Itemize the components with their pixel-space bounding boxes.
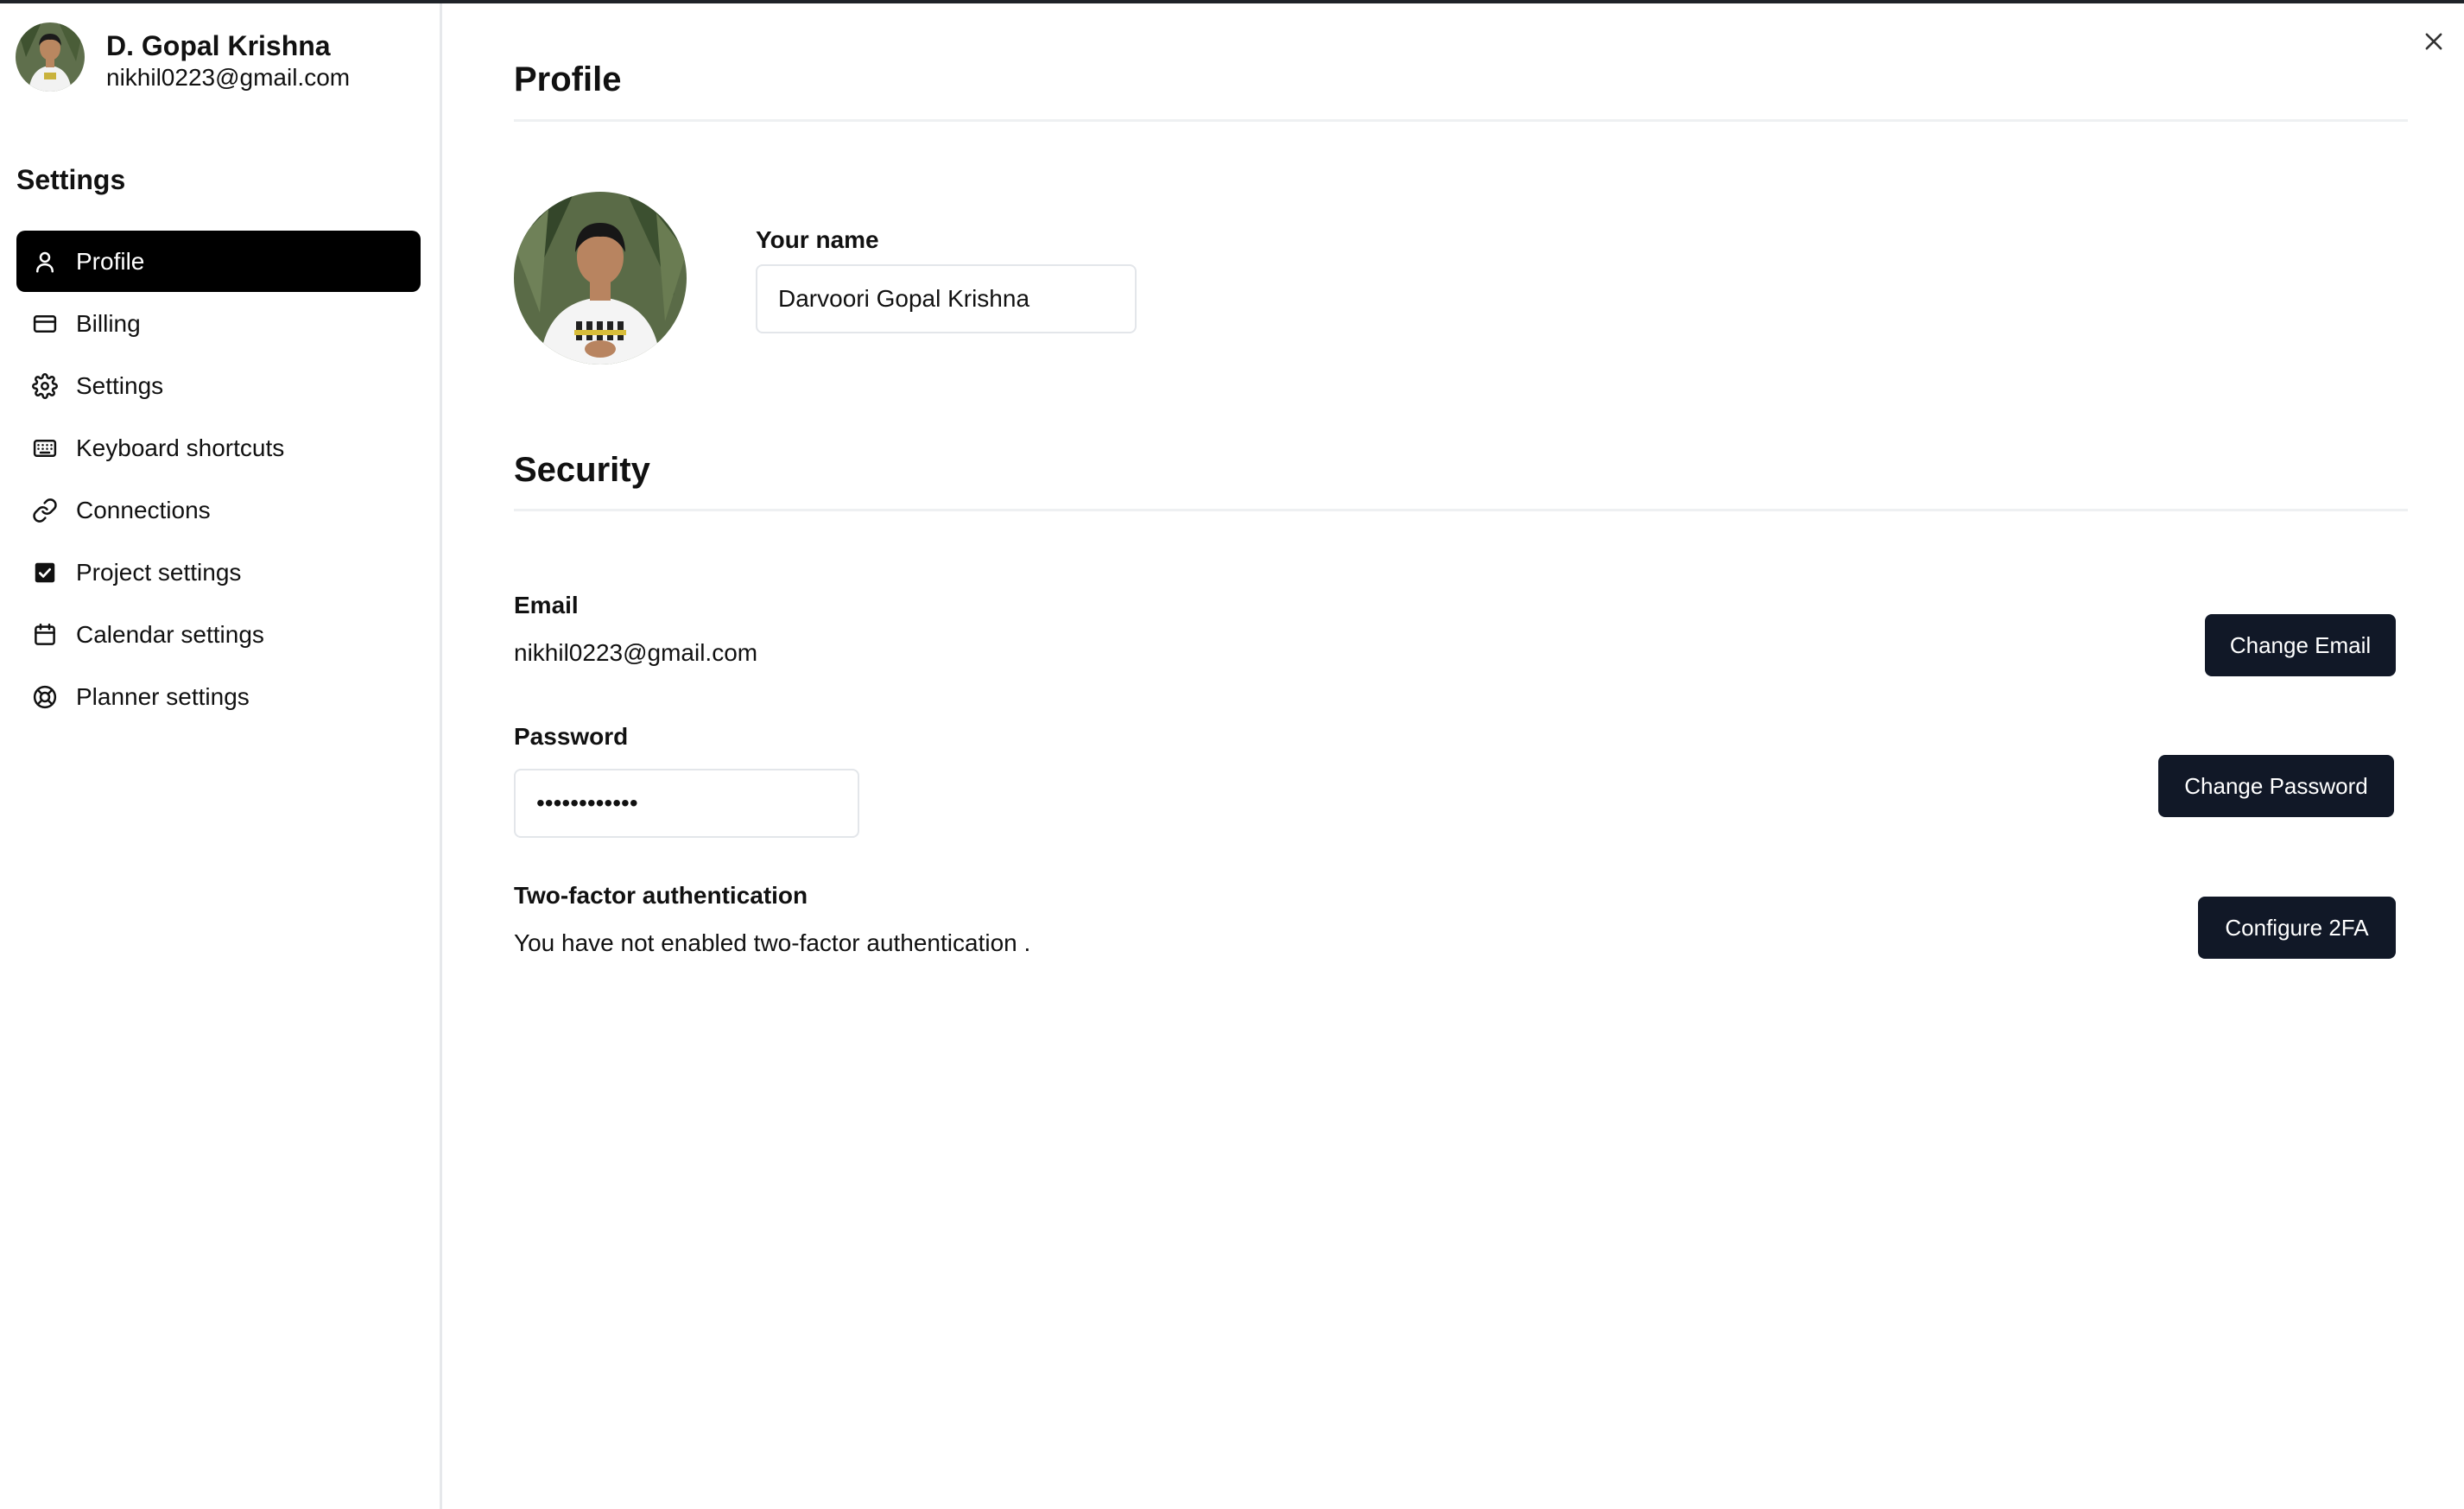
user-email: nikhil0223@gmail.com	[106, 64, 351, 91]
email-value: nikhil0223@gmail.com	[514, 639, 758, 666]
sidebar-item-label: Connections	[76, 496, 211, 523]
checkbox-icon	[32, 560, 58, 586]
calendar-icon	[32, 622, 58, 648]
twofa-label: Two-factor authentication	[514, 882, 808, 909]
configure-2fa-button[interactable]: Configure 2FA	[2198, 897, 2396, 959]
sidebar-item-label: Profile	[76, 247, 145, 275]
link-icon	[32, 498, 58, 523]
sidebar-item-project-settings[interactable]: Project settings	[16, 542, 421, 603]
sidebar-item-billing[interactable]: Billing	[16, 293, 421, 354]
sidebar-item-label: Planner settings	[76, 682, 250, 710]
user-info: D. Gopal Krishna nikhil0223@gmail.com	[16, 22, 350, 93]
twofa-status: You have not enabled two-factor authenti…	[514, 929, 1031, 956]
sidebar-item-label: Keyboard shortcuts	[76, 434, 285, 461]
change-password-button[interactable]: Change Password	[2158, 755, 2394, 817]
settings-nav: Profile Billing Settings Keyboard shortc…	[16, 231, 421, 728]
credit-card-icon	[32, 311, 58, 337]
keyboard-icon	[32, 435, 58, 461]
user-avatar	[16, 22, 85, 92]
profile-divider	[514, 119, 2408, 122]
name-label: Your name	[756, 226, 879, 253]
profile-title: Profile	[514, 60, 622, 98]
sidebar-item-label: Billing	[76, 309, 141, 337]
settings-sidebar: D. Gopal Krishna nikhil0223@gmail.com Se…	[0, 3, 442, 1509]
user-icon	[32, 249, 58, 275]
change-email-button[interactable]: Change Email	[2205, 614, 2396, 676]
profile-avatar[interactable]	[514, 192, 687, 365]
email-label: Email	[514, 592, 579, 618]
sidebar-item-calendar-settings[interactable]: Calendar settings	[16, 604, 421, 665]
user-name: D. Gopal Krishna	[106, 30, 331, 61]
gear-icon	[32, 372, 58, 399]
name-input[interactable]	[756, 264, 1137, 333]
password-field[interactable]	[514, 769, 859, 838]
security-title: Security	[514, 451, 650, 489]
sidebar-item-connections[interactable]: Connections	[16, 479, 421, 541]
password-label: Password	[514, 723, 629, 750]
sidebar-item-settings[interactable]: Settings	[16, 355, 421, 416]
sidebar-item-label: Project settings	[76, 558, 242, 586]
sidebar-item-label: Settings	[76, 371, 164, 399]
security-divider	[514, 509, 2408, 511]
close-button[interactable]	[2418, 28, 2449, 59]
lifebuoy-icon	[32, 684, 58, 710]
sidebar-item-keyboard-shortcuts[interactable]: Keyboard shortcuts	[16, 417, 421, 479]
settings-heading: Settings	[16, 164, 126, 195]
close-icon	[2422, 29, 2446, 58]
sidebar-item-planner-settings[interactable]: Planner settings	[16, 666, 421, 727]
sidebar-item-profile[interactable]: Profile	[16, 231, 421, 292]
sidebar-item-label: Calendar settings	[76, 620, 264, 648]
